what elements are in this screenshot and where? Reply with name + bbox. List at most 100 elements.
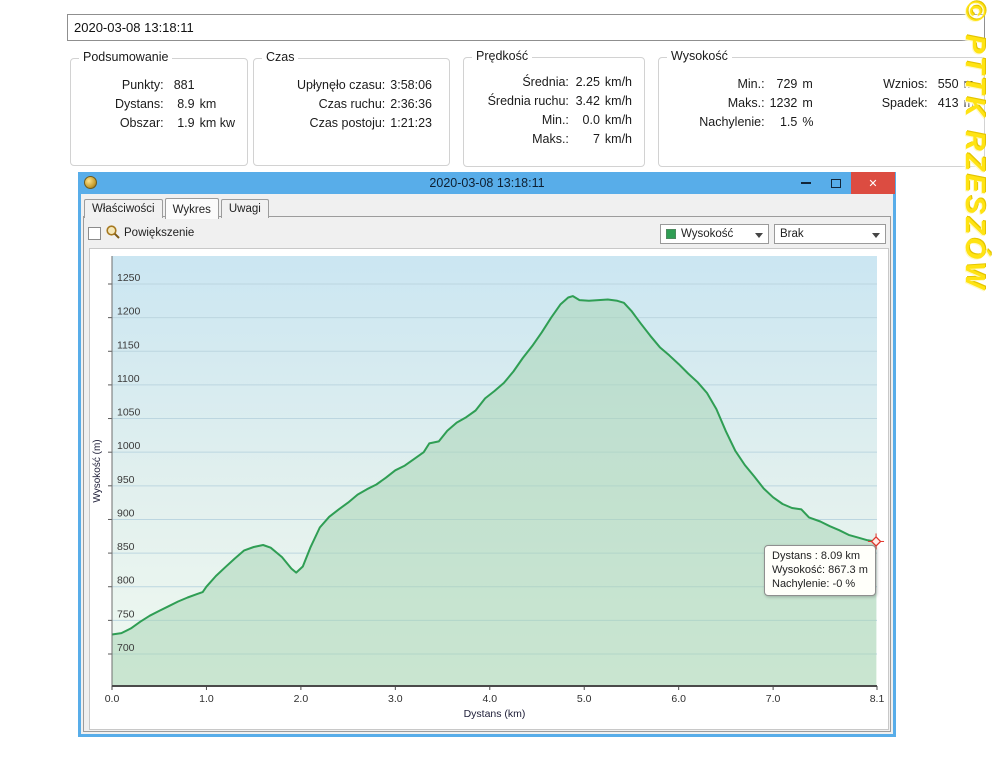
row-unit: km kw xyxy=(200,114,235,133)
row-value: 2:36:36 xyxy=(390,95,432,114)
summary-group-podsumowanie: Podsumowanie Punkty:881 Dystans:8.9km Ob… xyxy=(70,58,248,166)
row-label: Maks.: xyxy=(472,130,569,149)
y-tick-label: 700 xyxy=(117,642,135,654)
y-tick-label: 1200 xyxy=(117,306,141,318)
row-value: 0.0 xyxy=(574,111,600,130)
y-tick-label: 1000 xyxy=(117,440,141,452)
elevation-chart[interactable]: 700 750 800 850 900 950 1000 1050 1100 1150 1200 12… xyxy=(90,249,888,729)
row-unit: km xyxy=(200,95,235,114)
summary-columns: Min.:729m Maks.:1232m Nachylenie:1.5% Wz… xyxy=(659,58,984,132)
zoom-label: Powiększenie xyxy=(124,227,194,239)
magnifier-icon xyxy=(105,224,121,240)
row-label: Dystans: xyxy=(79,95,164,114)
x-tick-label: 2.0 xyxy=(294,693,309,705)
y-tick-label: 1050 xyxy=(117,407,141,419)
series-dropdown-value: Wysokość xyxy=(681,228,733,240)
summary-group-czas: Czas Upłynęło czasu:3:58:06 Czas ruchu:2… xyxy=(253,58,450,166)
group-title: Prędkość xyxy=(472,49,532,63)
row-label: Min.: xyxy=(667,75,765,94)
row-label: Średnia ruchu: xyxy=(472,92,569,111)
group-title: Czas xyxy=(262,50,298,64)
titlebar: 2020-03-08 13:18:11 ✕ xyxy=(78,172,896,194)
y-tick-label: 1100 xyxy=(117,373,140,385)
maximize-button[interactable] xyxy=(821,172,851,194)
row-label: Maks.: xyxy=(667,94,765,113)
group-title: Wysokość xyxy=(667,49,732,63)
tabstrip: Właściwości Wykres Uwagi xyxy=(84,196,271,217)
row-label: Wznios: xyxy=(828,75,928,94)
row-unit: m xyxy=(802,94,813,113)
row-label: Średnia: xyxy=(472,73,569,92)
row-value: 1.9 xyxy=(169,114,195,133)
maximize-icon xyxy=(831,179,841,188)
y-tick-label: 1250 xyxy=(117,272,141,284)
window-controls: ✕ xyxy=(791,172,895,194)
y-tick-label: 1150 xyxy=(117,339,140,351)
minimize-button[interactable] xyxy=(791,172,821,194)
y-tick-label: 800 xyxy=(117,575,135,587)
row-unit: % xyxy=(802,113,813,132)
row-value: 413 xyxy=(933,94,959,113)
y-tick-label: 850 xyxy=(117,541,135,553)
summary-rows: Upłynęło czasu: 3:58:06 Czas ruchu: 2:36:3… xyxy=(254,59,449,133)
row-label: Spadek: xyxy=(828,94,928,113)
series-swatch-icon xyxy=(666,229,676,239)
chart-tooltip: Dystans : 8.09 km Wysokość: 867.3 m Nach… xyxy=(764,545,876,596)
summary-rows: Średnia:2.25km/h Średnia ruchu:3.42km/h … xyxy=(464,58,644,149)
row-value: 1:21:23 xyxy=(390,114,432,133)
y-tick-label: 750 xyxy=(117,608,135,620)
row-value: 3:58:06 xyxy=(390,76,432,95)
row-value: 1.5 xyxy=(770,113,798,132)
close-button[interactable]: ✕ xyxy=(851,172,895,194)
row-unit: km/h xyxy=(605,92,632,111)
summary-rows: Punkty: 881 Dystans: 8.9 km Obszar: 1.9 km kw xyxy=(71,59,247,133)
x-tick-label: 8.1 xyxy=(870,693,885,705)
datetime-input[interactable]: 2020-03-08 13:18:11 xyxy=(67,14,985,41)
row-unit: km/h xyxy=(605,130,632,149)
row-unit: km/h xyxy=(605,111,632,130)
row-unit: m xyxy=(802,75,813,94)
window-body: Właściwości Wykres Uwagi Powiększenie Wy… xyxy=(81,194,893,734)
row-value: 881 xyxy=(169,76,195,95)
tooltip-nachylenie: Nachylenie: -0 % xyxy=(772,577,868,591)
minimize-icon xyxy=(801,182,811,184)
row-label: Obszar: xyxy=(79,114,164,133)
tooltip-dystans: Dystans : 8.09 km xyxy=(772,549,868,563)
row-value: 2.25 xyxy=(574,73,600,92)
row-label: Czas ruchu: xyxy=(262,95,385,114)
series-dropdown[interactable]: Wysokość xyxy=(660,224,769,244)
chevron-down-icon xyxy=(872,233,880,242)
chart-panel: 700 750 800 850 900 950 1000 1050 1100 1150 1200 12… xyxy=(89,248,889,730)
row-label: Upłynęło czasu: xyxy=(262,76,385,95)
tabpage-wykres: Powiększenie Wysokość Brak xyxy=(83,216,891,732)
summary-group-predkosc: Prędkość Średnia:2.25km/h Średnia ruchu:… xyxy=(463,57,645,167)
y-tick-label: 900 xyxy=(117,507,135,519)
summary-group-wysokosc: Wysokość Min.:729m Maks.:1232m Nachyleni… xyxy=(658,57,985,167)
row-label: Czas postoju: xyxy=(262,114,385,133)
row-value: 550 xyxy=(933,75,959,94)
y-axis-title: Wysokość (m) xyxy=(92,439,103,502)
screen: { "topbar": { "datetime": "2020-03-08 13… xyxy=(0,0,999,768)
secondary-dropdown[interactable]: Brak xyxy=(774,224,886,244)
x-tick-label: 0.0 xyxy=(105,693,120,705)
y-tick-label: 950 xyxy=(117,474,135,486)
x-tick-label: 5.0 xyxy=(577,693,592,705)
tab-wlasciwosci[interactable]: Właściwości xyxy=(84,199,163,218)
row-label: Nachylenie: xyxy=(667,113,765,132)
row-value: 8.9 xyxy=(169,95,195,114)
row-label: Punkty: xyxy=(79,76,164,95)
row-value: 3.42 xyxy=(574,92,600,111)
x-tick-label: 4.0 xyxy=(482,693,497,705)
summary-rows: Wznios:550m Spadek:413m xyxy=(828,75,975,132)
x-tick-label: 6.0 xyxy=(671,693,686,705)
window-title: 2020-03-08 13:18:11 xyxy=(78,176,896,190)
x-tick-label: 3.0 xyxy=(388,693,403,705)
zoom-checkbox[interactable] xyxy=(88,227,101,240)
track-window: 2020-03-08 13:18:11 ✕ Właściwości Wykres… xyxy=(78,172,896,737)
row-unit: km/h xyxy=(605,73,632,92)
tab-wykres[interactable]: Wykres xyxy=(165,198,219,219)
row-label: Min.: xyxy=(472,111,569,130)
tab-uwagi[interactable]: Uwagi xyxy=(221,199,269,218)
pttk-watermark: © PTTK RZESZÓW xyxy=(959,0,991,292)
x-tick-label: 1.0 xyxy=(199,693,214,705)
